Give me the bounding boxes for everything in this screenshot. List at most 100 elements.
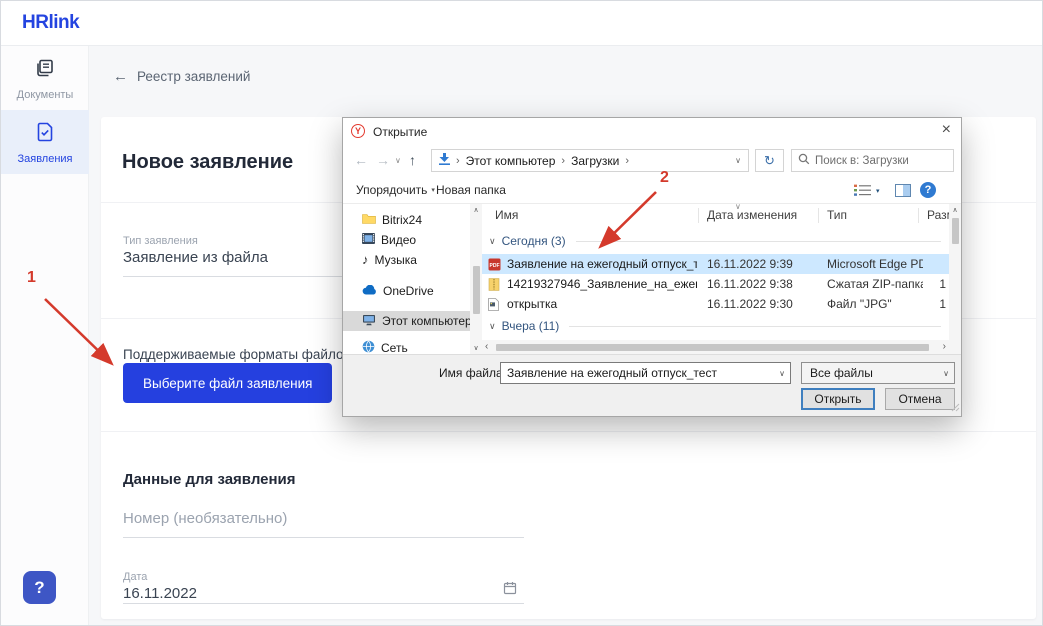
tree-item-label: Сеть [381,341,408,354]
open-button[interactable]: Открыть [801,388,875,410]
scroll-up-icon[interactable]: ∧ [949,206,961,214]
dialog-title: Открытие [373,125,427,139]
scroll-left-icon[interactable]: ‹ [485,341,488,352]
tree-item-label: Этот компьютер [382,314,470,328]
column-header-date[interactable]: Дата изменения [707,208,797,222]
filename-value: Заявление на ежегодный отпуск_тест [507,366,772,380]
nav-history-chevron-icon[interactable]: ∨ [395,156,401,165]
open-file-dialog: Y Открытие × ← → ∨ ↑ › Этот компьютер › … [342,117,962,417]
tree-scrollbar[interactable]: ∧ ∨ [470,204,482,354]
supported-formats-text: Поддерживаемые форматы файлов .pdf [123,347,377,362]
jpg-file-icon [488,298,499,314]
scrollbar-thumb[interactable] [952,218,959,244]
tree-item-this-pc[interactable]: Этот компьютер [343,311,470,331]
file-name: Заявление на ежегодный отпуск_тест [507,254,697,274]
file-name: открытка [507,294,697,314]
collapse-chevron-icon: ∨ [489,236,496,247]
help-button[interactable]: ? [23,571,56,604]
group-label: Вчера (11) [502,319,560,333]
search-placeholder: Поиск в: Загрузки [815,155,909,167]
view-list-icon[interactable] [854,184,871,200]
group-header-yesterday[interactable]: ∨ Вчера (11) [482,317,949,335]
group-header-today[interactable]: ∨ Сегодня (3) [482,232,949,250]
application-type-label: Тип заявления [123,235,198,247]
file-list-header: Имя Дата изменения Тип Разме ∨ [482,206,949,226]
file-row[interactable]: 14219327946_Заявление_на_ежегодны... 16.… [482,274,949,294]
file-date: 16.11.2022 9:39 [707,254,812,274]
field-underline [123,603,524,604]
sidebar-item-applications[interactable]: Заявления [1,110,89,174]
preview-pane-icon[interactable] [895,184,911,200]
nav-back-icon[interactable]: ← [354,152,368,168]
downloads-icon [439,153,450,168]
vertical-scrollbar[interactable]: ∧ [949,204,961,340]
chevron-down-icon[interactable]: ∨ [779,369,785,378]
filename-input[interactable]: Заявление на ежегодный отпуск_тест ∨ [500,362,791,384]
choose-file-button[interactable]: Выберите файл заявления [123,363,332,403]
folder-tree: Bitrix24 Видео ♪ Музыка OneDrive Этот ко… [343,204,470,354]
nav-forward-icon[interactable]: → [376,152,390,168]
column-divider[interactable] [918,208,919,223]
tree-item-videos[interactable]: Видео [343,230,470,250]
group-divider-line [569,326,941,327]
close-icon[interactable]: × [942,121,951,139]
column-header-type[interactable]: Тип [827,208,847,222]
resize-grip[interactable] [951,401,960,415]
file-date: 16.11.2022 9:38 [707,274,812,294]
sidebar-item-documents[interactable]: Документы [1,46,89,110]
path-segment-downloads[interactable]: Загрузки [571,154,619,168]
tree-item-bitrix24[interactable]: Bitrix24 [343,210,470,230]
search-box[interactable]: Поиск в: Загрузки [791,149,954,172]
column-divider[interactable] [818,208,819,223]
file-name: 14219327946_Заявление_на_ежегодны... [507,274,697,294]
organize-menu[interactable]: Упорядочить▾ [356,183,435,197]
sort-direction-icon: ∨ [735,202,741,211]
caret-down-icon: ▾ [431,187,435,194]
zip-file-icon [488,278,500,294]
scrollbar-thumb[interactable] [496,344,929,351]
dialog-footer: Имя файла: Заявление на ежегодный отпуск… [343,354,961,416]
chevron-right-icon: › [625,155,629,167]
horizontal-scrollbar[interactable]: ‹ › [482,340,949,354]
documents-icon [34,57,56,84]
scroll-up-icon[interactable]: ∧ [470,206,482,214]
address-dropdown-icon[interactable]: ∨ [735,156,741,165]
file-size: 1 [906,294,946,314]
application-type-select[interactable]: Заявление из файла [123,249,268,266]
column-divider[interactable] [698,208,699,223]
scroll-down-icon[interactable]: ∨ [470,344,482,352]
tree-item-music[interactable]: ♪ Музыка [343,250,470,270]
dialog-toolbar: Упорядочить▾ Новая папка ▾ ? [343,176,961,204]
cloud-icon [362,284,377,298]
path-segment-computer[interactable]: Этот компьютер [466,154,556,168]
computer-icon [362,314,376,329]
file-row-selected[interactable]: PDF Заявление на ежегодный отпуск_тест 1… [482,254,949,274]
scrollbar-thumb[interactable] [473,266,480,314]
application-data-heading: Данные для заявления [123,471,296,488]
yandex-browser-icon: Y [351,124,365,138]
number-input[interactable]: Номер (необязательно) [123,510,287,527]
new-folder-button[interactable]: Новая папка [436,183,506,197]
tree-item-network[interactable]: Сеть [343,338,470,354]
chevron-down-icon[interactable]: ∨ [943,369,949,378]
file-row[interactable]: открытка 16.11.2022 9:30 Файл "JPG" 1 [482,294,949,314]
dialog-help-icon[interactable]: ? [920,182,936,198]
date-input[interactable]: 16.11.2022 [123,585,197,602]
date-label: Дата [123,571,147,583]
view-dropdown-icon[interactable]: ▾ [876,187,880,195]
scroll-right-icon[interactable]: › [943,341,946,352]
tree-item-onedrive[interactable]: OneDrive [343,281,470,301]
column-header-name[interactable]: Имя [495,208,518,222]
breadcrumb-back-link[interactable]: ← Реестр заявлений [113,69,250,84]
tree-item-label: Видео [381,233,416,247]
nav-up-icon[interactable]: ↑ [409,152,416,168]
sidebar-item-label: Заявления [17,153,72,165]
collapse-chevron-icon: ∨ [489,321,496,332]
field-underline [123,537,524,538]
calendar-icon[interactable] [503,581,517,600]
address-bar[interactable]: › Этот компьютер › Загрузки › ∨ [431,149,749,172]
filetype-select[interactable]: Все файлы ∨ [801,362,955,384]
refresh-button[interactable]: ↻ [755,149,784,172]
back-arrow-icon: ← [113,70,128,84]
cancel-button[interactable]: Отмена [885,388,955,410]
